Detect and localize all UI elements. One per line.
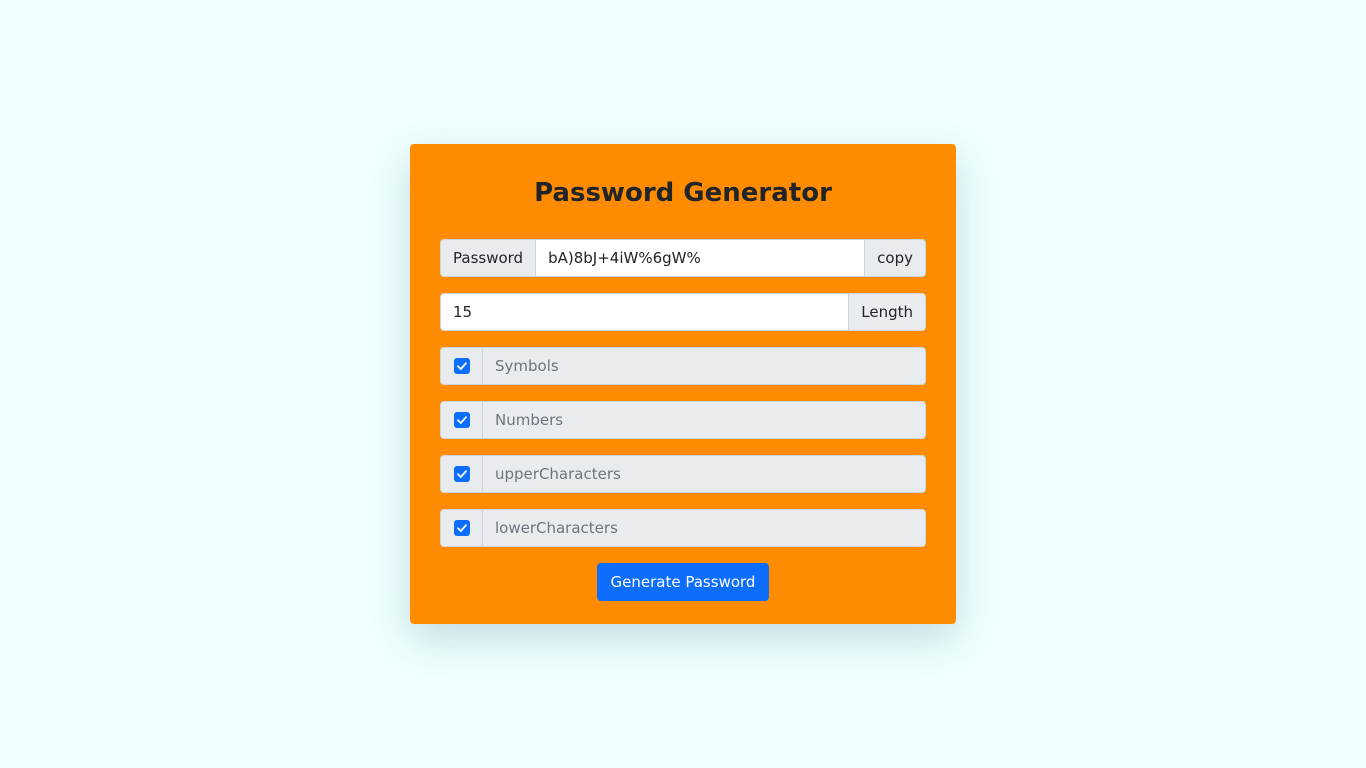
password-output-field[interactable]: bA)8bJ+4iW%6gW%: [535, 239, 865, 277]
upper-characters-checkbox[interactable]: [453, 466, 470, 482]
upper-characters-checkbox-cell[interactable]: [440, 455, 482, 493]
numbers-label: Numbers: [482, 401, 926, 439]
symbols-checkbox-cell[interactable]: [440, 347, 482, 385]
numbers-checkbox[interactable]: [453, 412, 470, 428]
length-label: Length: [848, 293, 926, 331]
checkmark-icon: [456, 524, 467, 532]
length-input-group: 15 Length: [440, 293, 926, 331]
upper-characters-option: upperCharacters: [440, 455, 926, 493]
numbers-option: Numbers: [440, 401, 926, 439]
numbers-checkbox-cell[interactable]: [440, 401, 482, 439]
password-input-group: Password bA)8bJ+4iW%6gW% copy: [440, 239, 926, 277]
checkmark-icon: [456, 470, 467, 478]
symbols-label: Symbols: [482, 347, 926, 385]
checkmark-icon: [456, 362, 467, 370]
symbols-checkbox[interactable]: [453, 358, 470, 374]
copy-button[interactable]: copy: [864, 239, 926, 277]
lower-characters-label: lowerCharacters: [482, 509, 926, 547]
checkmark-icon: [456, 416, 467, 424]
password-label: Password: [440, 239, 536, 277]
page-title: Password Generator: [534, 178, 832, 208]
button-row: Generate Password: [440, 563, 926, 601]
upper-characters-label: upperCharacters: [482, 455, 926, 493]
generate-password-button[interactable]: Generate Password: [596, 563, 770, 601]
lower-characters-checkbox-cell[interactable]: [440, 509, 482, 547]
lower-characters-checkbox[interactable]: [453, 520, 470, 536]
symbols-option: Symbols: [440, 347, 926, 385]
password-generator-card: Password Generator Password bA)8bJ+4iW%6…: [410, 144, 956, 624]
lower-characters-option: lowerCharacters: [440, 509, 926, 547]
length-input[interactable]: 15: [440, 293, 849, 331]
